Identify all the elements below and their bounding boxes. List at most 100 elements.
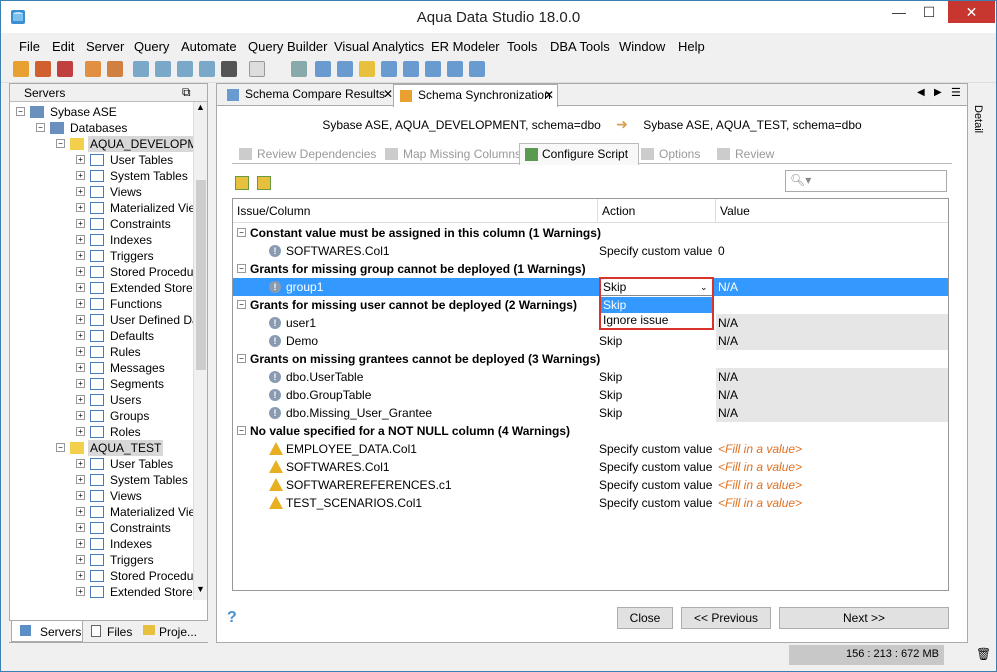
issue-group-row[interactable]: − Grants for missing group cannot be depl… <box>233 260 948 278</box>
scroll-down-icon[interactable]: ▼ <box>194 584 207 600</box>
value-cell[interactable]: N/A <box>716 386 948 404</box>
menu-file[interactable]: File <box>19 39 40 54</box>
tree-expand-icon[interactable]: − <box>56 443 65 452</box>
tab-servers[interactable]: Servers <box>11 621 83 642</box>
col-header-issue[interactable]: Issue/Column <box>233 199 598 223</box>
menu-help[interactable]: Help <box>678 39 705 54</box>
issue-row[interactable]: ! group1 Skip N/A <box>233 278 948 296</box>
menu-visual-analytics[interactable]: Visual Analytics <box>334 39 424 54</box>
layout-1-icon[interactable] <box>315 61 331 77</box>
action-dropdown-value[interactable]: Skip ⌄ <box>601 279 712 296</box>
issue-group-row[interactable]: − No value specified for a NOT NULL colum… <box>233 422 948 440</box>
trash-icon[interactable]: 🗑︎ <box>976 647 991 661</box>
issue-row[interactable]: SOFTWAREREFERENCES.c1 Specify custom valu… <box>233 476 948 494</box>
tree-expand-icon[interactable]: + <box>76 523 85 532</box>
issue-row[interactable]: EMPLOYEE_DATA.Col1 Specify custom value <F… <box>233 440 948 458</box>
next-button[interactable]: Next >> <box>779 607 949 629</box>
dropdown-option-skip[interactable]: Skip <box>601 297 712 313</box>
query-analyzer-icon[interactable] <box>155 61 171 77</box>
collapse-icon[interactable]: − <box>237 300 246 309</box>
tree-expand-icon[interactable]: + <box>76 555 85 564</box>
new-server-icon[interactable] <box>13 61 29 77</box>
tab-options[interactable]: Options <box>641 144 700 164</box>
value-cell[interactable]: <Fill in a value> <box>716 494 948 512</box>
action-cell[interactable]: Skip <box>599 386 716 404</box>
tab-review[interactable]: Review <box>717 144 774 164</box>
issue-row[interactable]: ! Demo Skip N/A <box>233 332 948 350</box>
menu-window[interactable]: Window <box>619 39 665 54</box>
col-header-action[interactable]: Action <box>598 199 716 223</box>
tree-expand-icon[interactable]: + <box>76 299 85 308</box>
tree-expand-icon[interactable]: − <box>16 107 25 116</box>
tree-expand-icon[interactable]: + <box>76 491 85 500</box>
issue-row[interactable]: ! user1 N/A <box>233 314 948 332</box>
issue-row[interactable]: TEST_SCENARIOS.Col1 Specify custom value <… <box>233 494 948 512</box>
layout-4-icon[interactable] <box>381 61 397 77</box>
detail-side-panel[interactable]: Detail <box>968 83 996 643</box>
issue-row[interactable]: ! dbo.UserTable Skip N/A <box>233 368 948 386</box>
tree-expand-icon[interactable]: + <box>76 379 85 388</box>
server-wizard-icon[interactable] <box>107 61 123 77</box>
collapse-icon[interactable]: − <box>237 426 246 435</box>
value-cell[interactable]: 0 <box>716 242 948 260</box>
value-cell[interactable]: N/A <box>716 368 948 386</box>
tree-expand-icon[interactable]: + <box>76 475 85 484</box>
issue-row[interactable]: SOFTWARES.Col1 Specify custom value <Fill … <box>233 458 948 476</box>
table-data-icon[interactable] <box>177 61 193 77</box>
tree-expand-icon[interactable]: + <box>76 539 85 548</box>
menu-tools[interactable]: Tools <box>507 39 537 54</box>
collapse-icon[interactable]: − <box>237 264 246 273</box>
tab-scroll-right-icon[interactable]: ▶ <box>934 87 942 98</box>
maximize-button[interactable]: ☐ <box>914 1 944 23</box>
scroll-up-icon[interactable]: ▲ <box>194 102 207 118</box>
tree-expand-icon[interactable]: + <box>76 283 85 292</box>
tab-schema-synchronization[interactable]: Schema Synchronization ✕ <box>393 84 558 107</box>
tree-expand-icon[interactable]: − <box>36 123 45 132</box>
minimize-button[interactable]: — <box>884 1 914 23</box>
chevron-down-icon[interactable]: ⌄ <box>700 279 708 295</box>
action-dropdown[interactable]: Skip ⌄ Skip Ignore issue <box>599 277 714 330</box>
tab-projects[interactable]: Proje... <box>141 621 201 642</box>
issue-row[interactable]: ! SOFTWARES.Col1 Specify custom value 0 <box>233 242 948 260</box>
restore-panel-icon[interactable]: ⧉ <box>182 85 191 100</box>
tab-schema-compare-results[interactable]: Schema Compare Results ✕ <box>221 84 397 106</box>
menu-dba-tools[interactable]: DBA Tools <box>550 39 610 54</box>
menu-er-modeler[interactable]: ER Modeler <box>431 39 500 54</box>
tree-expand-icon[interactable]: + <box>76 219 85 228</box>
tree-expand-icon[interactable]: + <box>76 459 85 468</box>
value-cell[interactable]: <Fill in a value> <box>716 458 948 476</box>
tree-expand-icon[interactable]: + <box>76 171 85 180</box>
menu-query[interactable]: Query <box>134 39 169 54</box>
action-cell[interactable]: Specify custom value <box>599 440 716 458</box>
value-cell[interactable]: <Fill in a value> <box>716 440 948 458</box>
layout-2-icon[interactable] <box>337 61 353 77</box>
tree-expand-icon[interactable]: − <box>56 139 65 148</box>
disconnect-icon[interactable] <box>57 61 73 77</box>
action-cell[interactable]: Skip <box>599 332 716 350</box>
collapse-icon[interactable]: − <box>237 228 246 237</box>
dropdown-option-ignore-issue[interactable]: Ignore issue <box>601 313 712 328</box>
close-window-button[interactable]: ✕ <box>948 1 995 23</box>
issue-group-row[interactable]: − Grants for missing user cannot be deplo… <box>233 296 948 314</box>
tree-expand-icon[interactable]: + <box>76 571 85 580</box>
console-icon[interactable] <box>221 61 237 77</box>
menu-edit[interactable]: Edit <box>52 39 74 54</box>
layout-6-icon[interactable] <box>425 61 441 77</box>
tree-scrollbar[interactable]: ▲ ▼ <box>193 102 207 600</box>
tree-expand-icon[interactable]: + <box>76 507 85 516</box>
tree-expand-icon[interactable]: + <box>76 427 85 436</box>
value-cell[interactable]: N/A <box>716 404 948 422</box>
connect-icon[interactable] <box>35 61 51 77</box>
collapse-icon[interactable]: − <box>237 354 246 363</box>
menu-automate[interactable]: Automate <box>181 39 237 54</box>
col-header-value[interactable]: Value <box>716 199 948 223</box>
value-cell[interactable]: N/A <box>716 332 948 350</box>
tree-expand-icon[interactable]: + <box>76 251 85 260</box>
action-cell[interactable]: Specify custom value <box>599 242 716 260</box>
menu-query-builder[interactable]: Query Builder <box>248 39 327 54</box>
action-cell[interactable]: Skip <box>599 404 716 422</box>
tree-expand-icon[interactable]: + <box>76 347 85 356</box>
issue-group-row[interactable]: − Constant value must be assigned in this… <box>233 224 948 242</box>
close-button[interactable]: Close <box>617 607 673 629</box>
detail-label[interactable]: Detail <box>972 105 984 133</box>
